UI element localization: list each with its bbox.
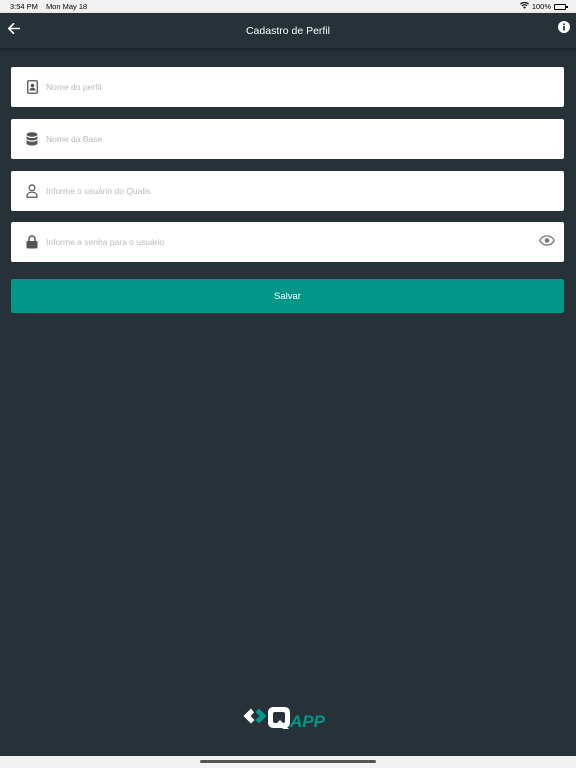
save-button[interactable]: Salvar bbox=[11, 279, 564, 313]
status-right: 100% bbox=[519, 1, 568, 11]
status-bar: 3:54 PM Mon May 18 100% bbox=[0, 0, 576, 13]
password-field bbox=[11, 222, 564, 262]
battery-percent: 100% bbox=[531, 2, 551, 11]
eye-icon bbox=[539, 233, 555, 251]
id-card-icon bbox=[26, 80, 38, 94]
database-icon bbox=[26, 132, 38, 146]
back-arrow-icon bbox=[7, 21, 21, 39]
wifi-icon bbox=[519, 1, 529, 11]
page-title: Cadastro de Perfil bbox=[245, 24, 331, 37]
profile-name-input[interactable] bbox=[46, 67, 564, 107]
status-date: Mon May 18 bbox=[45, 2, 88, 11]
toggle-password-visibility-button[interactable] bbox=[538, 235, 556, 249]
back-button[interactable] bbox=[5, 21, 23, 39]
battery-icon bbox=[554, 3, 568, 10]
user-input[interactable] bbox=[46, 171, 564, 211]
home-indicator[interactable] bbox=[200, 760, 376, 763]
logo-text: APP bbox=[289, 712, 326, 731]
password-input[interactable] bbox=[46, 222, 538, 262]
qapp-logo: APP bbox=[242, 704, 336, 732]
status-left: 3:54 PM Mon May 18 bbox=[10, 2, 87, 11]
base-name-input[interactable] bbox=[46, 119, 564, 159]
nav-bar: Cadastro de Perfil bbox=[0, 13, 576, 48]
user-icon bbox=[26, 184, 38, 198]
base-name-field bbox=[11, 119, 564, 159]
user-field bbox=[11, 171, 564, 211]
info-button[interactable] bbox=[558, 20, 570, 38]
status-time: 3:54 PM bbox=[10, 2, 38, 11]
profile-name-field bbox=[11, 67, 564, 107]
lock-icon bbox=[26, 235, 38, 249]
info-icon bbox=[558, 20, 570, 38]
